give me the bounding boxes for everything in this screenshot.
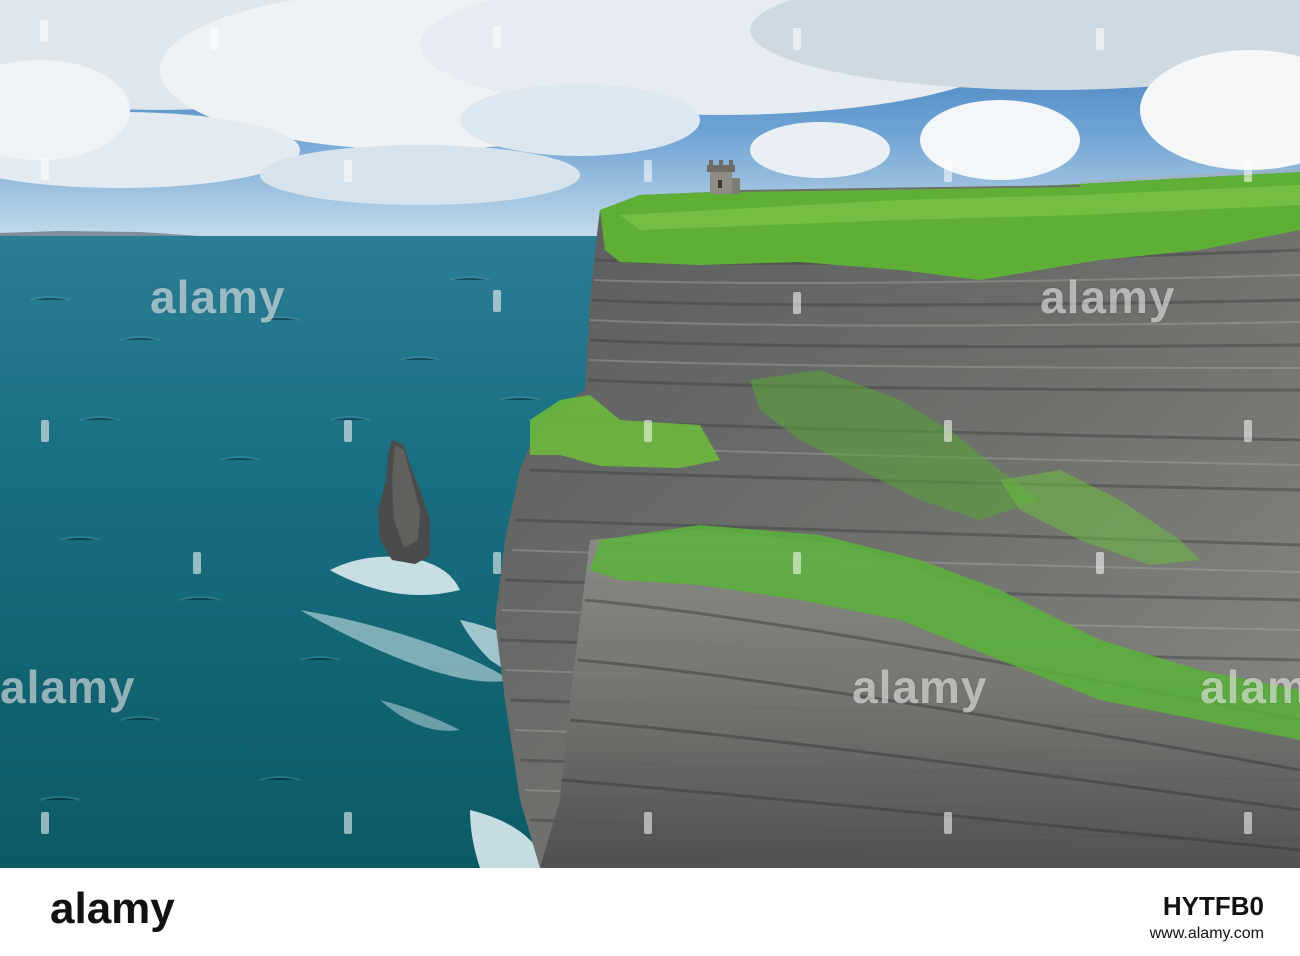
- brand-logo: alamy: [50, 884, 175, 933]
- footer-info: HYTFB0 www.alamy.com: [1150, 892, 1264, 944]
- image-id: HYTFB0: [1162, 891, 1264, 921]
- footer-bar: alamy HYTFB0 www.alamy.com: [0, 868, 1300, 956]
- site-url: www.alamy.com: [1149, 925, 1264, 942]
- image-frame: alamy alamy alamy alamy alamy alamy HYTF…: [0, 0, 1300, 956]
- cliffs-scene: [0, 0, 1300, 868]
- landscape-photo: [0, 0, 1300, 868]
